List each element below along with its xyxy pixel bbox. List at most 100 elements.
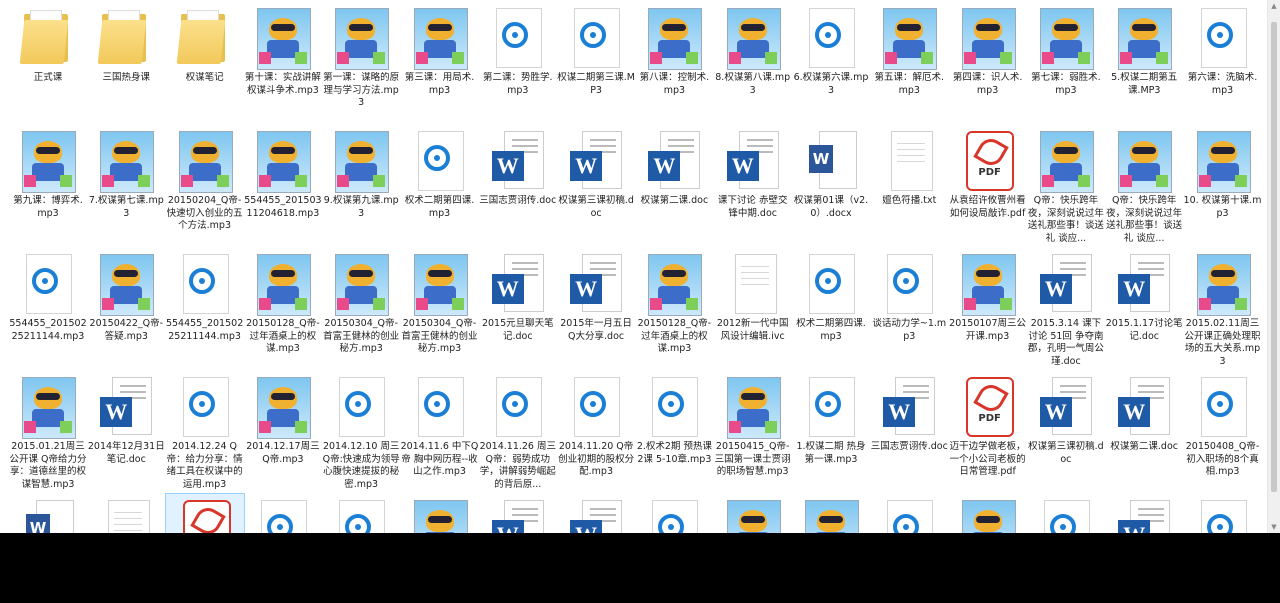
file-item[interactable]: 2014.12.24 Q帝：给力分享：情绪工具在权谋中的运用.mp3	[166, 371, 244, 491]
scroll-up-arrow-icon[interactable]: ▲	[1270, 2, 1278, 10]
file-item[interactable]: W	[9, 494, 87, 533]
file-name-label: 6.权谋第六课.mp3	[793, 72, 869, 96]
file-item[interactable]: W 2015年一月五日Q大分享.doc	[557, 248, 635, 368]
file-item[interactable]: Q帝：快乐跨年夜，深刻说说过年送礼那些事！谈送礼 谈应...	[1027, 125, 1105, 245]
scroll-down-arrow-icon[interactable]: ▼	[1270, 523, 1278, 531]
file-item[interactable]: PDF	[164, 493, 245, 533]
file-item[interactable]: PDF 从袁绍许攸曹州看如何设局敲诈.pdf	[949, 125, 1027, 245]
file-item[interactable]: 20150408_Q帝-初入职场的8个真相.mp3	[1184, 371, 1262, 491]
file-item[interactable]: 2012新一代中国风设计编辑.ivc	[714, 248, 792, 368]
file-name-label: 2015.01.21周三公开课 Q帝给力分享：道德丝里的权谋智慧.mp3	[9, 441, 87, 490]
file-item[interactable]: W 权谋第三课初稿.doc	[557, 125, 635, 245]
file-item[interactable]: 2014.12.10 周三 Q帝:快速成为领导心腹快速提拔的秘密.mp3	[322, 371, 400, 491]
file-item[interactable]: W 2015元旦聊天笔记.doc	[479, 248, 557, 368]
file-item[interactable]: 三国热身课	[87, 2, 165, 122]
file-item[interactable]: W 2014年12月31日笔记.doc	[87, 371, 165, 491]
file-item[interactable]: W 课下讨论 赤壁交锋中期.doc	[714, 125, 792, 245]
file-item[interactable]: 第二课：势胜学.mp3	[479, 2, 557, 122]
file-item[interactable]: 9.权谋第九课.mp3	[322, 125, 400, 245]
file-item[interactable]: W 权谋第01课（v2.0）.docx	[792, 125, 870, 245]
file-item[interactable]: 2014.11.6 中下Q帝 胸中网历程--收山之作.mp3	[401, 371, 479, 491]
audio-file-icon	[177, 375, 233, 439]
file-item[interactable]	[401, 494, 479, 533]
file-item[interactable]: 2015.02.11周三公开课正确处理职场的五大关系.mp3	[1184, 248, 1262, 368]
file-item[interactable]: 谈话动力学~1.mp3	[870, 248, 948, 368]
file-item[interactable]: 10. 权谋第十课.mp3	[1184, 125, 1262, 245]
file-item[interactable]: W	[479, 494, 557, 533]
file-item[interactable]: 第六课：洗脑术.mp3	[1184, 2, 1262, 122]
file-item[interactable]: 20150128_Q帝-过年酒桌上的权谋.mp3	[244, 248, 322, 368]
file-item[interactable]: 2014.12.17周三Q帝.mp3	[244, 371, 322, 491]
file-name-label: 2015元旦聊天笔记.doc	[481, 318, 554, 342]
file-item[interactable]: 第一课：谋略的原理与学习方法.mp3	[322, 2, 400, 122]
file-item[interactable]: 554455_20150225211144.mp3	[9, 248, 87, 368]
file-item[interactable]: W 2015.3.14 课下讨论 51回 争夺南郡，孔明一气周公瑾.doc	[1027, 248, 1105, 368]
file-item[interactable]	[244, 494, 322, 533]
file-item[interactable]: 权术二期第四课.mp3	[401, 125, 479, 245]
file-item[interactable]: 5.权谋二期第五课.MP3	[1105, 2, 1183, 122]
file-name-label: 7.权谋第七课.mp3	[88, 195, 164, 219]
file-item[interactable]: W	[557, 494, 635, 533]
file-item[interactable]	[87, 494, 165, 533]
file-item[interactable]	[1027, 494, 1105, 533]
file-item[interactable]: W 三国志贾诩传.doc	[870, 371, 948, 491]
file-item[interactable]: 第五课：解厄术.mp3	[870, 2, 948, 122]
file-name-label: 课下讨论 赤壁交锋中期.doc	[717, 195, 788, 219]
file-item[interactable]: 20150107周三公开课.mp3	[949, 248, 1027, 368]
file-item[interactable]: W 三国志贾诩传.doc	[479, 125, 557, 245]
file-item[interactable]: 2014.11.26 周三 Q帝：弱势成功学，讲解弱势崛起的背后原...	[479, 371, 557, 491]
file-item[interactable]: 8.权谋第八课.mp3	[714, 2, 792, 122]
file-item[interactable]	[322, 494, 400, 533]
file-item[interactable]	[635, 494, 713, 533]
file-item[interactable]: 2.权术2期 预热课2课 5-10章.mp3	[635, 371, 713, 491]
file-item[interactable]	[949, 494, 1027, 533]
file-item[interactable]: W	[1105, 494, 1183, 533]
file-name-label: 2015.02.11周三公开课正确处理职场的五大关系.mp3	[1184, 318, 1261, 367]
vertical-scrollbar[interactable]: ▲ ▼	[1267, 0, 1280, 533]
file-item[interactable]: 2015.01.21周三公开课 Q帝给力分享：道德丝里的权谋智慧.mp3	[9, 371, 87, 491]
file-item[interactable]: 1.权谋二期 热身第一课.mp3	[792, 371, 870, 491]
file-item[interactable]: 20150304_Q帝-首富王健林的创业秘方.mp3	[401, 248, 479, 368]
file-name-label: 20150304_Q帝-首富王健林的创业秘方.mp3	[323, 318, 400, 354]
file-item[interactable]	[1184, 494, 1262, 533]
file-item[interactable]	[792, 494, 870, 533]
file-item[interactable]: 20150304_Q帝-首富王健林的创业秘方.mp3	[322, 248, 400, 368]
audio-file-icon	[333, 498, 389, 533]
mp3-thumbnail-icon	[960, 498, 1016, 533]
file-item[interactable]: 20150415_Q帝-三国第一课士贾诩的职场智慧.mp3	[714, 371, 792, 491]
file-item[interactable]: 20150128_Q帝-过年酒桌上的权谋.mp3	[635, 248, 713, 368]
file-item[interactable]: 第八课：控制术.mp3	[635, 2, 713, 122]
file-item[interactable]: W 权谋第二课.doc	[635, 125, 713, 245]
file-item[interactable]: 20150422_Q帝-答疑.mp3	[87, 248, 165, 368]
file-item[interactable]: 嬗色符播.txt	[870, 125, 948, 245]
audio-file-icon	[646, 375, 702, 439]
file-item[interactable]: 权谋二期第三课.MP3	[557, 2, 635, 122]
file-item[interactable]: 2014.11.20 Q帝创业初期的股权分配.mp3	[557, 371, 635, 491]
file-item[interactable]: 第四课：识人术.mp3	[949, 2, 1027, 122]
file-item[interactable]: 6.权谋第六课.mp3	[792, 2, 870, 122]
file-item[interactable]: W 2015.1.17讨论笔记.doc	[1105, 248, 1183, 368]
file-item[interactable]: 第九课：博弈术.mp3	[9, 125, 87, 245]
file-item[interactable]: W 权谋第二课.doc	[1105, 371, 1183, 491]
file-item[interactable]: 20150204_Q帝-快速切入创业的五个方法.mp3	[166, 125, 244, 245]
file-item[interactable]: 权术二期第四课.mp3	[792, 248, 870, 368]
file-name-label: 2014.11.26 周三 Q帝：弱势成功学，讲解弱势崛起的背后原...	[479, 441, 556, 490]
file-item[interactable]: 第三课：用局术.mp3	[401, 2, 479, 122]
file-item[interactable]	[870, 494, 948, 533]
file-item[interactable]: Q帝：快乐跨年夜，深刻说说过年送礼那些事！谈送礼 谈应...	[1105, 125, 1183, 245]
file-item[interactable]: 权谋笔记	[166, 2, 244, 122]
folder-icon	[176, 6, 233, 70]
scrollbar-thumb[interactable]	[1271, 22, 1277, 492]
file-item[interactable]: W 权谋第三课初稿.doc	[1027, 371, 1105, 491]
file-item[interactable]: 554455_20150225211144.mp3	[166, 248, 244, 368]
file-item[interactable]: 554455_20150311204618.mp3	[244, 125, 322, 245]
file-item[interactable]: 第十课：实战讲解权谋斗争术.mp3	[244, 2, 322, 122]
file-explorer-view[interactable]: 正式课 三国热身课 权谋笔记 第十课：实战讲解权谋斗争术.mp3 第一课：谋略的原理与学…	[0, 0, 1280, 533]
word-doc-icon: W	[490, 252, 546, 316]
file-item[interactable]	[714, 494, 792, 533]
file-item[interactable]: 正式课	[9, 2, 87, 122]
file-item[interactable]: 7.权谋第七课.mp3	[87, 125, 165, 245]
file-item[interactable]: PDF 迈干边学做老板，一个小公司老板的日常管理.pdf	[949, 371, 1027, 491]
file-name-label: 2015.1.17讨论笔记.doc	[1105, 318, 1183, 342]
file-item[interactable]: 第七课：弱胜术.mp3	[1027, 2, 1105, 122]
